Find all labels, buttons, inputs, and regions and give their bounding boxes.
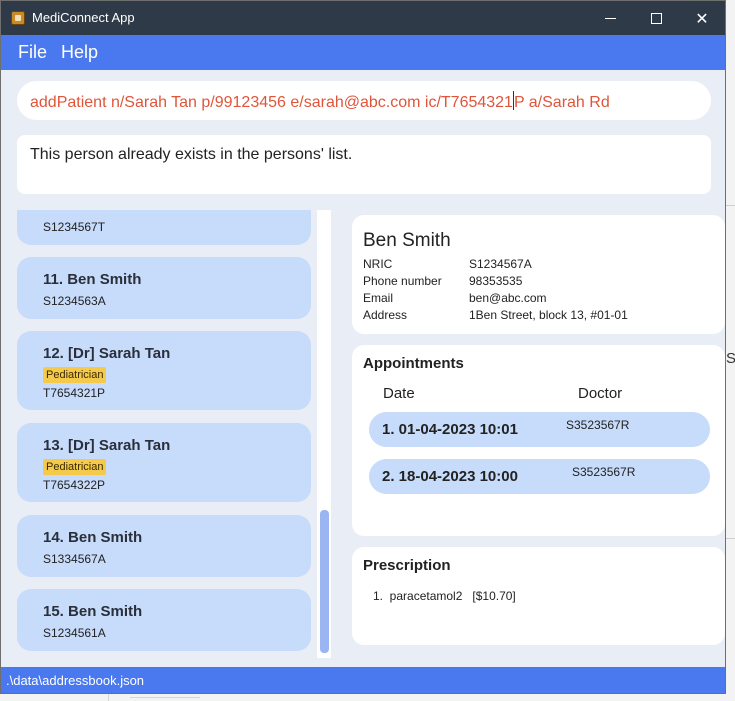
appointments-column-doctor: Doctor <box>578 385 623 402</box>
person-details-panel: Ben Smith NRIC S1234567A Phone number 98… <box>352 215 725 334</box>
status-bar: .\data\addressbook.json <box>1 667 725 693</box>
tag-badge: Pediatrician <box>43 459 107 475</box>
command-text-after-caret: P a/Sarah Rd <box>513 94 610 111</box>
tag-badge: Pediatrician <box>43 367 107 383</box>
appointment-doctor: S3523567R <box>572 465 636 479</box>
appointments-column-date: Date <box>383 385 415 402</box>
app-icon <box>11 11 25 25</box>
save-file-path: .\data\addressbook.json <box>6 673 145 688</box>
command-text: addPatient n/Sarah Tan p/99123456 e/sara… <box>30 91 610 112</box>
prescription-item: 1. paracetamol2 [$10.70] <box>373 589 516 603</box>
detail-name: Ben Smith <box>363 230 451 251</box>
command-text-before-caret: addPatient n/Sarah Tan p/99123456 e/sara… <box>30 94 513 111</box>
title-bar[interactable]: MediConnect App ✕ <box>1 1 725 35</box>
close-icon: ✕ <box>695 8 709 28</box>
field-label: Address <box>363 308 408 322</box>
maximize-icon <box>650 12 662 24</box>
field-value-nric: S1234567A <box>469 257 532 271</box>
field-value-phone: 98353535 <box>469 274 523 288</box>
prescription-panel: Prescription 1. paracetamol2 [$10.70] <box>352 547 725 645</box>
prescription-title: Prescription <box>363 557 451 574</box>
appointment-row[interactable]: 1. 01-04-2023 10:01 S3523567R <box>369 412 710 447</box>
menu-help[interactable]: Help <box>61 42 98 63</box>
person-name: 11. Ben Smith <box>43 271 142 288</box>
background-window-text: S <box>726 350 735 367</box>
field-label: Email <box>363 291 394 305</box>
person-nric: T7654321P <box>43 386 106 400</box>
minimize-button[interactable] <box>587 1 633 35</box>
appointments-panel: Appointments Date Doctor 1. 01-04-2023 1… <box>352 345 725 536</box>
maximize-button[interactable] <box>633 1 679 35</box>
field-label: NRIC <box>363 257 393 271</box>
close-button[interactable]: ✕ <box>679 1 725 35</box>
person-nric: S1234563A <box>43 294 106 308</box>
person-card[interactable]: 11. Ben Smith S1234563A <box>17 257 311 319</box>
person-nric: S1234561A <box>43 626 106 640</box>
background-divider <box>130 697 200 698</box>
result-display: This person already exists in the person… <box>17 135 711 194</box>
field-label: Phone number <box>363 274 442 288</box>
command-input[interactable]: addPatient n/Sarah Tan p/99123456 e/sara… <box>17 81 711 120</box>
person-card[interactable]: 13. [Dr] Sarah Tan Pediatrician T7654322… <box>17 423 311 502</box>
person-card[interactable]: friends owesMoney S1234567T <box>17 210 311 245</box>
field-value-email: ben@abc.com <box>469 291 547 305</box>
person-card[interactable]: 14. Ben Smith S1334567A <box>17 515 311 577</box>
person-nric: S1234567T <box>43 220 106 234</box>
minimize-icon <box>604 17 616 19</box>
appointment-date: 1. 01-04-2023 10:01 <box>382 421 518 438</box>
menu-file[interactable]: File <box>18 42 47 63</box>
appointments-title: Appointments <box>363 355 464 372</box>
window-title: MediConnect App <box>32 10 135 25</box>
appointment-date: 2. 18-04-2023 10:00 <box>382 468 518 485</box>
person-card[interactable]: 12. [Dr] Sarah Tan Pediatrician T7654321… <box>17 331 311 410</box>
menu-bar: File Help <box>1 35 725 70</box>
result-message: This person already exists in the person… <box>30 146 353 163</box>
person-nric: S1334567A <box>43 552 106 566</box>
person-nric: T7654322P <box>43 478 106 492</box>
background-divider <box>726 205 735 206</box>
person-card[interactable]: 15. Ben Smith S1234561A <box>17 589 311 651</box>
person-name: 13. [Dr] Sarah Tan <box>43 437 171 454</box>
person-name: 12. [Dr] Sarah Tan <box>43 345 171 362</box>
field-value-address: 1Ben Street, block 13, #01-01 <box>469 308 628 322</box>
appointment-doctor: S3523567R <box>566 418 630 432</box>
app-window: MediConnect App ✕ File Help addPatient n… <box>0 0 726 694</box>
appointment-row[interactable]: 2. 18-04-2023 10:00 S3523567R <box>369 459 710 494</box>
background-divider <box>726 538 735 539</box>
list-scrollbar-thumb[interactable] <box>320 510 329 653</box>
person-list[interactable]: friends owesMoney S1234567T 11. Ben Smit… <box>1 210 332 658</box>
person-name: 14. Ben Smith <box>43 529 143 546</box>
person-name: 15. Ben Smith <box>43 603 143 620</box>
